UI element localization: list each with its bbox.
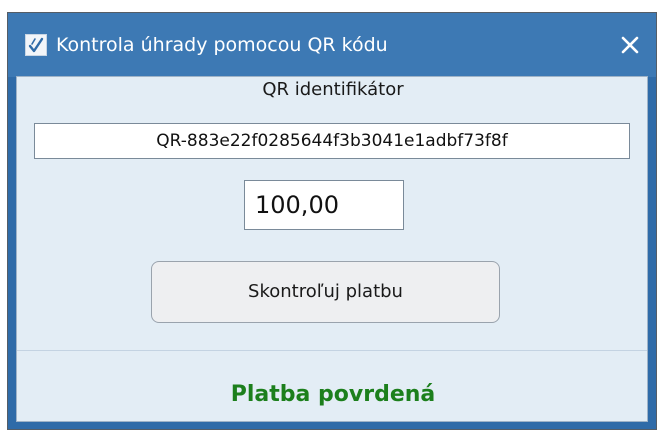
close-button[interactable] <box>614 29 646 61</box>
qr-identifier-field[interactable]: QR-883e22f0285644f3b3041e1adbf73f8f <box>34 123 630 159</box>
payment-status: Platba povrdená <box>230 382 436 407</box>
window-title: Kontrola úhrady pomocou QR kódu <box>56 34 388 56</box>
amount-field[interactable]: 100,00 <box>244 180 404 230</box>
qr-identifier-label: QR identifikátor <box>262 79 404 100</box>
close-icon <box>621 36 639 54</box>
check-payment-button[interactable]: Skontroľuj platbu <box>151 261 500 323</box>
status-divider <box>17 350 647 351</box>
check-app-icon <box>25 34 47 56</box>
title-bar[interactable]: Kontrola úhrady pomocou QR kódu <box>8 13 656 77</box>
